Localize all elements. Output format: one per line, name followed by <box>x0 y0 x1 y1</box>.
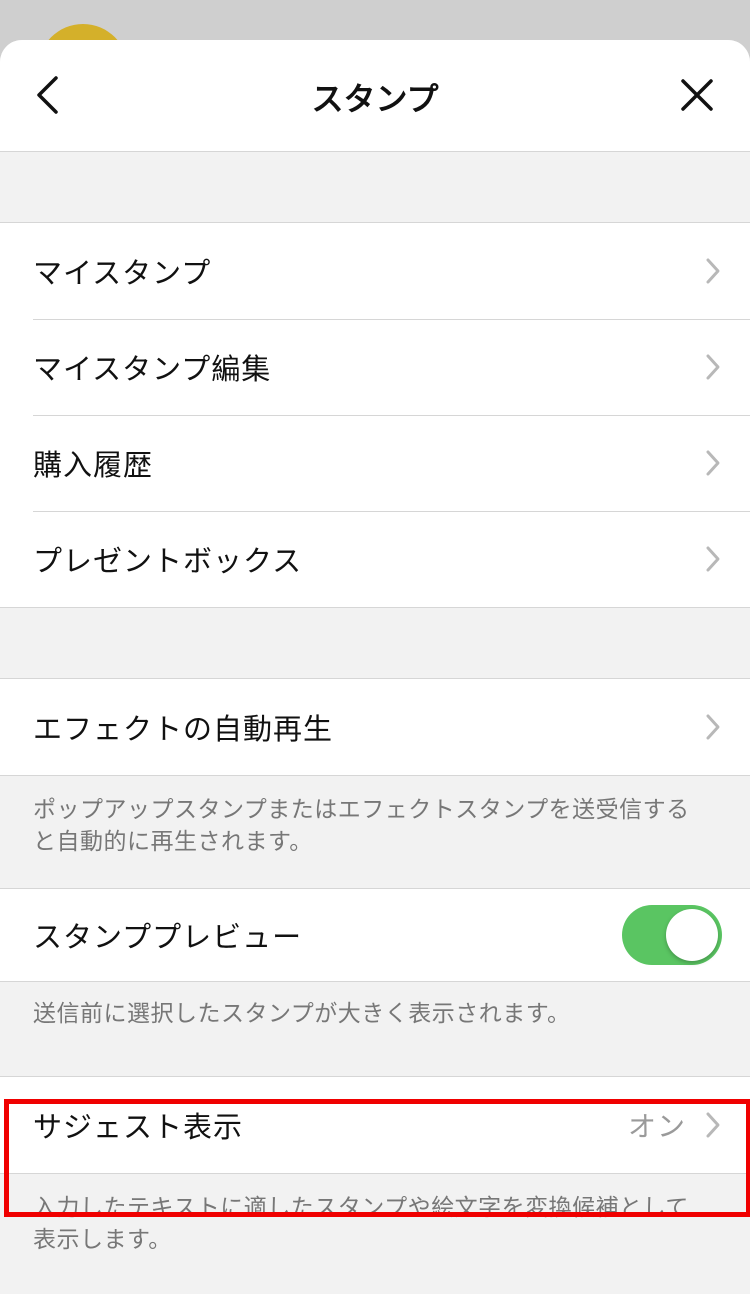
suggest-description: 入力したテキストに適したスタンプや絵文字を変換候補として 表示します。 <box>0 1174 750 1256</box>
close-icon <box>681 79 713 111</box>
stamp-menu-group: マイスタンプ マイスタンプ編集 購入履歴 プレゼントボックス <box>0 222 750 608</box>
close-button[interactable] <box>672 70 722 120</box>
page-title: スタンプ <box>311 80 439 118</box>
note-line: ポップアップスタンプまたはエフェクトスタンプを送受信する <box>33 797 690 823</box>
stamp-settings-sheet: スタンプ マイスタンプ マイスタンプ編集 購入履歴 プレゼントボックス エフェク… <box>0 40 750 1294</box>
effect-group: エフェクトの自動再生 <box>0 678 750 776</box>
suggest-display-row[interactable]: サジェスト表示 オン <box>0 1077 750 1173</box>
row-label: マイスタンプ <box>33 256 212 290</box>
chevron-right-icon <box>704 544 722 574</box>
row-label: サジェスト表示 <box>33 1110 244 1144</box>
preview-description: 送信前に選択したスタンプが大きく表示されます。 <box>0 982 750 1076</box>
header: スタンプ <box>0 40 750 152</box>
stamp-preview-toggle[interactable] <box>622 905 722 965</box>
note-line: 表示します。 <box>33 1227 172 1253</box>
present-box-row[interactable]: プレゼントボックス <box>0 511 750 607</box>
chevron-right-icon <box>704 712 722 742</box>
chevron-right-icon <box>704 1110 722 1140</box>
row-label: エフェクトの自動再生 <box>33 712 334 746</box>
effect-autoplay-row[interactable]: エフェクトの自動再生 <box>0 679 750 775</box>
suggest-group: サジェスト表示 オン <box>0 1076 750 1174</box>
edit-my-stamps-row[interactable]: マイスタンプ編集 <box>0 319 750 415</box>
stamp-preview-row: スタンププレビュー <box>0 889 750 981</box>
chevron-right-icon <box>704 448 722 478</box>
my-stamps-row[interactable]: マイスタンプ <box>0 223 750 319</box>
chevron-right-icon <box>704 352 722 382</box>
note-line: 送信前に選択したスタンプが大きく表示されます。 <box>33 1001 571 1027</box>
row-label: プレゼントボックス <box>33 544 303 578</box>
purchase-history-row[interactable]: 購入履歴 <box>0 415 750 511</box>
chevron-right-icon <box>704 256 722 286</box>
row-value: オン <box>627 1110 686 1143</box>
row-label: 購入履歴 <box>33 448 154 482</box>
row-label: スタンププレビュー <box>33 920 303 954</box>
row-label: マイスタンプ編集 <box>33 352 272 386</box>
preview-group: スタンププレビュー <box>0 888 750 982</box>
note-line: と自動的に再生されます。 <box>33 829 313 855</box>
toggle-knob <box>666 909 718 961</box>
note-line: 入力したテキストに適したスタンプや絵文字を変換候補として <box>33 1195 689 1221</box>
effect-description: ポップアップスタンプまたはエフェクトスタンプを送受信する と自動的に再生されます… <box>0 776 750 888</box>
